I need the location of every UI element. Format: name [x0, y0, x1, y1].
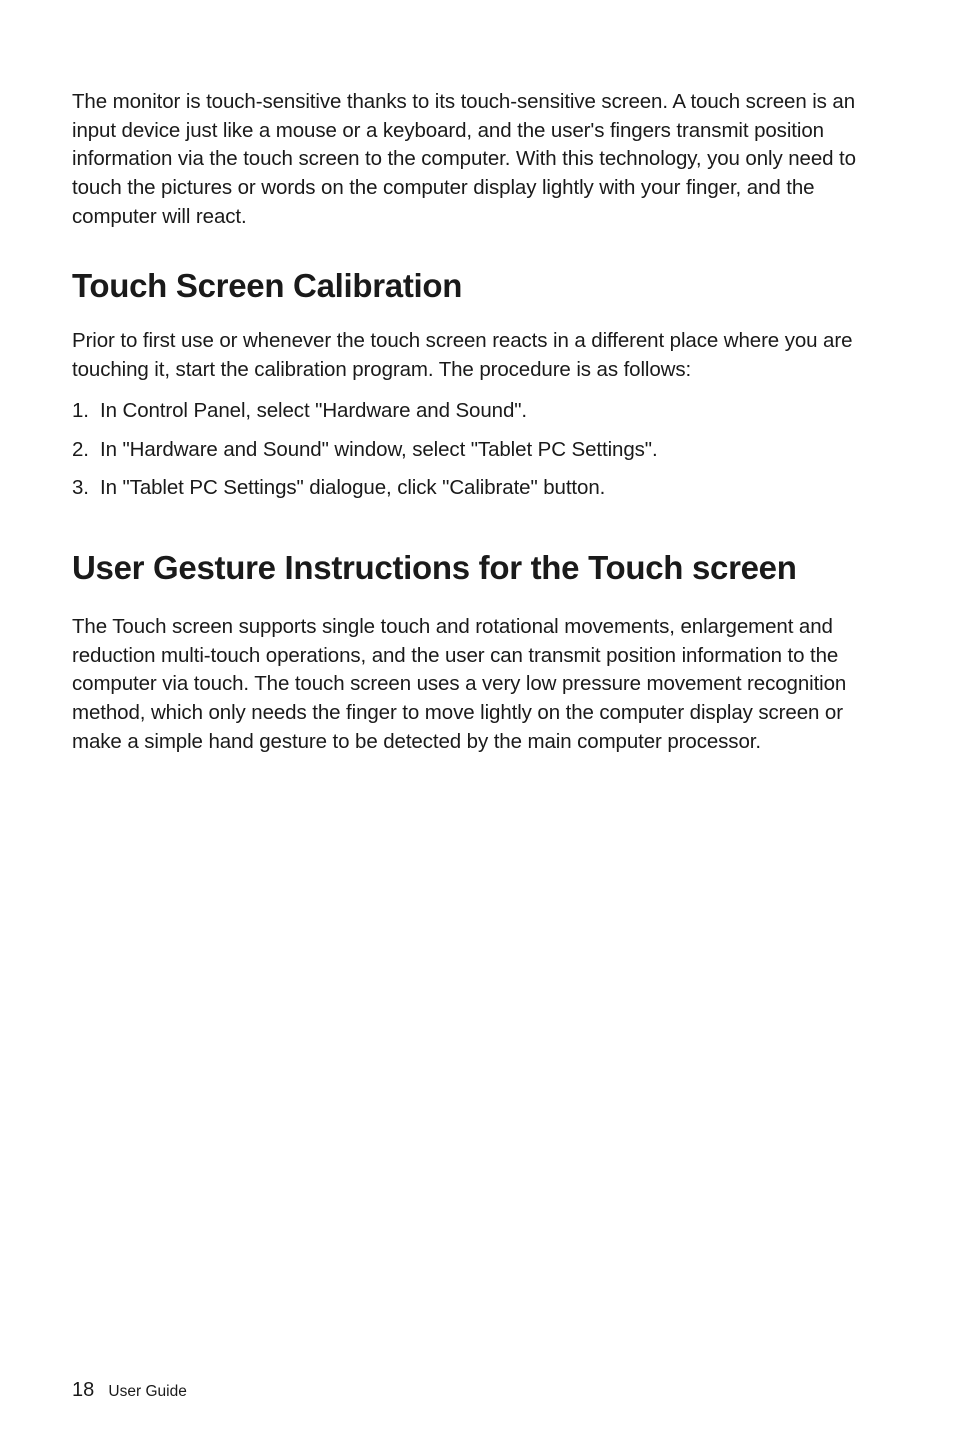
list-text: In "Tablet PC Settings" dialogue, click …	[100, 476, 605, 499]
list-text: In "Hardware and Sound" window, select "…	[100, 438, 658, 461]
section-heading-gestures: User Gesture Instructions for the Touch …	[72, 545, 884, 591]
page-number: 18	[72, 1379, 94, 1401]
calibration-steps-list: 1. In Control Panel, select "Hardware an…	[72, 397, 884, 503]
section-paragraph-calibration: Prior to first use or whenever the touch…	[72, 327, 884, 384]
section-heading-calibration: Touch Screen Calibration	[72, 267, 884, 305]
list-number: 1.	[72, 397, 89, 426]
list-number: 3.	[72, 474, 89, 503]
list-item: 1. In Control Panel, select "Hardware an…	[72, 397, 884, 426]
list-text: In Control Panel, select "Hardware and S…	[100, 399, 527, 422]
list-number: 2.	[72, 436, 89, 465]
intro-paragraph: The monitor is touch-sensitive thanks to…	[72, 88, 884, 231]
page-footer: 18 User Guide	[72, 1379, 187, 1402]
doc-title: User Guide	[108, 1383, 186, 1400]
section-paragraph-gestures: The Touch screen supports single touch a…	[72, 613, 884, 756]
list-item: 2. In "Hardware and Sound" window, selec…	[72, 436, 884, 465]
list-item: 3. In "Tablet PC Settings" dialogue, cli…	[72, 474, 884, 503]
